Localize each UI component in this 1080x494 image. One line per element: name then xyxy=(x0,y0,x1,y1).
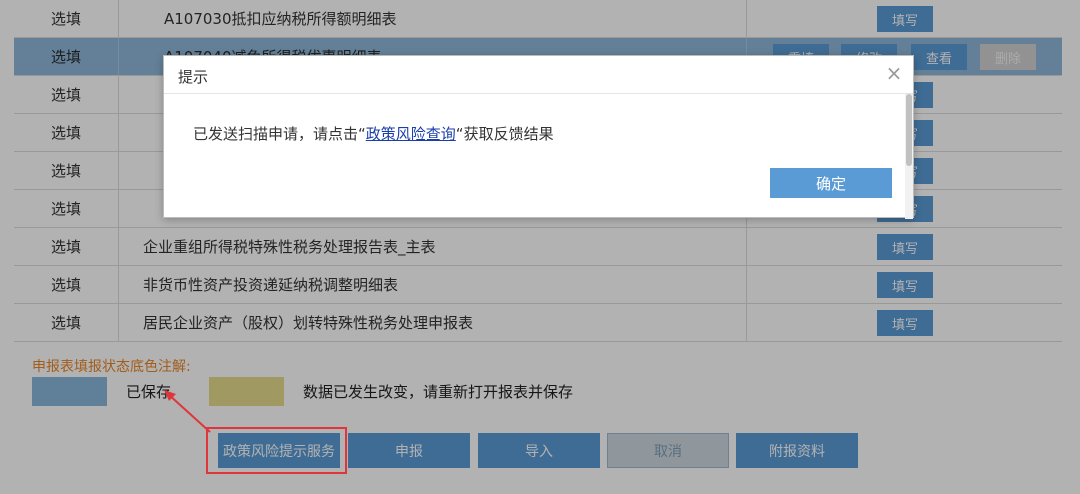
dialog-message-suffix: “获取反馈结果 xyxy=(455,125,554,143)
close-icon[interactable]: × xyxy=(883,61,905,85)
policy-risk-query-link[interactable]: 政策风险查询 xyxy=(366,125,456,143)
app-screen: 选填 A107030抵扣应纳税所得额明细表 填写 选填 A107040减免所得税… xyxy=(0,0,1080,494)
confirm-button[interactable]: 确定 xyxy=(770,168,892,198)
dialog-scrollbar-thumb[interactable] xyxy=(906,94,912,166)
dialog-message-prefix: 已发送扫描申请，请点击“ xyxy=(193,125,366,143)
prompt-dialog: 提示 × 已发送扫描申请，请点击“政策风险查询“获取反馈结果 确定 xyxy=(163,55,914,219)
annotation-arrow-icon xyxy=(164,390,211,433)
dialog-scrollbar[interactable] xyxy=(905,94,913,219)
dialog-divider xyxy=(164,93,913,94)
annotation-highlight-box xyxy=(206,427,347,474)
dialog-message: 已发送扫描申请，请点击“政策风险查询“获取反馈结果 xyxy=(193,123,554,144)
dialog-title: 提示 xyxy=(178,68,209,86)
